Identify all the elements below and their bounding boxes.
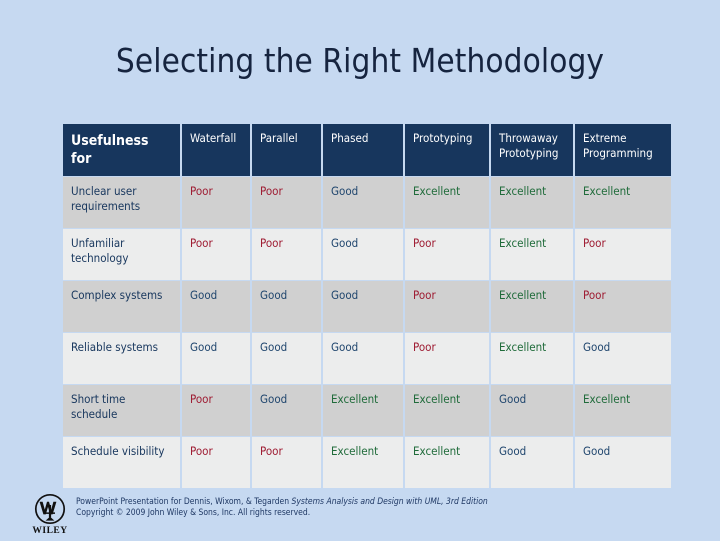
column-header-prototyping: Prototyping bbox=[405, 124, 489, 176]
footer-line-2: Copyright © 2009 John Wiley & Sons, Inc.… bbox=[76, 508, 311, 518]
rating-cell: Poor bbox=[252, 437, 321, 488]
rating-cell: Good bbox=[491, 437, 573, 488]
column-header-waterfall: Waterfall bbox=[182, 124, 250, 176]
rating-cell: Poor bbox=[252, 177, 321, 228]
rating-cell: Excellent bbox=[575, 385, 671, 436]
column-header-throwaway-prototyping: Throwaway Prototyping bbox=[491, 124, 573, 176]
rating-cell: Good bbox=[491, 385, 573, 436]
rating-cell: Excellent bbox=[491, 229, 573, 280]
rating-cell: Poor bbox=[405, 229, 489, 280]
rating-cell: Poor bbox=[182, 385, 250, 436]
rating-cell: Poor bbox=[182, 177, 250, 228]
slide-canvas: Selecting the Right Methodology Usefulne… bbox=[0, 0, 720, 540]
table-body: Unclear user requirements Poor Poor Good Exc… bbox=[63, 177, 671, 488]
table-header: Usefulness for Waterfall Parallel Phased… bbox=[63, 124, 671, 176]
slide-footer: WILEY PowerPoint Presentation for Dennis… bbox=[24, 492, 696, 536]
row-header-label: Short time schedule bbox=[63, 385, 180, 436]
footer-text: PowerPoint Presentation for Dennis, Wixo… bbox=[76, 497, 696, 519]
rating-cell: Poor bbox=[182, 437, 250, 488]
rating-cell: Excellent bbox=[323, 437, 403, 488]
footer-line1-book-title: Systems Analysis and Design with UML, 3r… bbox=[291, 497, 488, 507]
rating-cell: Good bbox=[323, 177, 403, 228]
rating-cell: Poor bbox=[252, 229, 321, 280]
rating-cell: Excellent bbox=[405, 385, 489, 436]
rating-cell: Excellent bbox=[323, 385, 403, 436]
rating-cell: Good bbox=[575, 437, 671, 488]
rating-cell: Good bbox=[252, 281, 321, 332]
methodology-comparison-table: Usefulness for Waterfall Parallel Phased… bbox=[61, 123, 671, 489]
table-header-row: Usefulness for Waterfall Parallel Phased… bbox=[63, 124, 671, 176]
column-header-phased: Phased bbox=[323, 124, 403, 176]
rating-cell: Excellent bbox=[491, 281, 573, 332]
rating-cell: Poor bbox=[575, 229, 671, 280]
rating-cell: Good bbox=[182, 333, 250, 384]
rating-cell: Good bbox=[252, 385, 321, 436]
column-header-extreme-programming: Extreme Programming bbox=[575, 124, 671, 176]
rating-cell: Good bbox=[182, 281, 250, 332]
rating-cell: Poor bbox=[182, 229, 250, 280]
rating-cell: Good bbox=[575, 333, 671, 384]
table-row: Unfamiliar technology Poor Poor Good Poor Exc… bbox=[63, 229, 671, 280]
rating-cell: Good bbox=[323, 333, 403, 384]
rating-cell: Excellent bbox=[491, 333, 573, 384]
rating-cell: Good bbox=[323, 229, 403, 280]
rating-cell: Poor bbox=[575, 281, 671, 332]
table-row: Unclear user requirements Poor Poor Good Exc… bbox=[63, 177, 671, 228]
table-row: Reliable systems Good Good Good Poor Excellen… bbox=[63, 333, 671, 384]
table-row: Schedule visibility Poor Poor Excellent Exce… bbox=[63, 437, 671, 488]
column-header-parallel: Parallel bbox=[252, 124, 321, 176]
row-header-label: Reliable systems bbox=[63, 333, 180, 384]
column-header-usefulness-for: Usefulness for bbox=[63, 124, 180, 176]
rating-cell: Poor bbox=[405, 281, 489, 332]
wiley-logo: WILEY bbox=[26, 492, 74, 536]
rating-cell: Good bbox=[323, 281, 403, 332]
rating-cell: Excellent bbox=[575, 177, 671, 228]
page-title: Selecting the Right Methodology bbox=[115, 41, 605, 80]
table-row: Short time schedule Poor Good Excellent Exce… bbox=[63, 385, 671, 436]
rating-cell: Excellent bbox=[491, 177, 573, 228]
footer-line-1: PowerPoint Presentation for Dennis, Wixo… bbox=[76, 497, 696, 508]
row-header-label: Unclear user requirements bbox=[63, 177, 180, 228]
rating-cell: Poor bbox=[405, 333, 489, 384]
comparison-table: Usefulness for Waterfall Parallel Phased… bbox=[61, 123, 673, 489]
rating-cell: Excellent bbox=[405, 177, 489, 228]
rating-cell: Excellent bbox=[405, 437, 489, 488]
row-header-label: Unfamiliar technology bbox=[63, 229, 180, 280]
rating-cell: Good bbox=[252, 333, 321, 384]
footer-line1-prefix: PowerPoint Presentation for Dennis, Wixo… bbox=[76, 497, 292, 507]
row-header-label: Schedule visibility bbox=[63, 437, 180, 488]
svg-text:WILEY: WILEY bbox=[32, 526, 67, 536]
table-row: Complex systems Good Good Good Poor Excellent… bbox=[63, 281, 671, 332]
row-header-label: Complex systems bbox=[63, 281, 180, 332]
